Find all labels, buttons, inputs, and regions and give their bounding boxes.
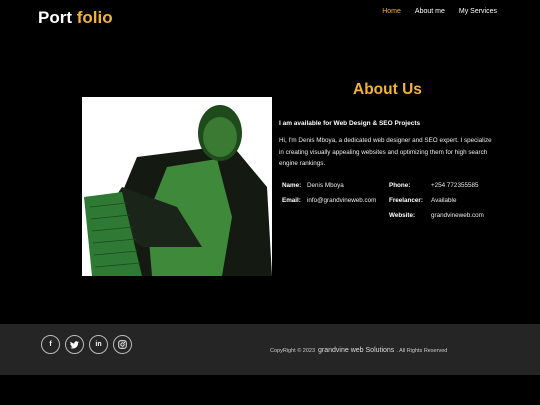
facebook-icon[interactable]: f	[41, 335, 60, 354]
social-links: f in	[41, 335, 132, 354]
detail-phone-label: Phone:	[389, 182, 411, 189]
detail-freelancer-label: Freelancer:	[389, 197, 423, 204]
detail-email-value[interactable]: info@grandvineweb.com	[307, 197, 376, 204]
about-tagline: I am available for Web Design & SEO Proj…	[279, 120, 421, 127]
twitter-icon[interactable]	[65, 335, 84, 354]
detail-name-value: Denis Mboya	[307, 182, 344, 189]
site-footer: f in CopyRight © 2023 grandvine web Solut…	[0, 324, 540, 375]
about-bio: Hi, I'm Denis Mboya, a dedicated web des…	[279, 137, 492, 167]
site-logo[interactable]: Port folio	[38, 8, 113, 28]
detail-phone-value: +254 772355585	[431, 182, 479, 189]
detail-website-label: Website:	[389, 212, 416, 219]
profile-photo	[82, 97, 272, 276]
detail-email-label: Email:	[282, 197, 301, 204]
detail-name-label: Name:	[282, 182, 302, 189]
main-nav: Home About me My Services	[382, 8, 497, 15]
nav-home[interactable]: Home	[382, 8, 401, 15]
copyright-rights: . All Rights Reserved	[396, 348, 448, 354]
nav-about-me[interactable]: About me	[415, 8, 445, 15]
copyright-prefix: CopyRight © 2023	[270, 348, 316, 354]
copyright-text: CopyRight © 2023 grandvine web Solutions.…	[270, 347, 447, 354]
detail-freelancer-value: Available	[431, 197, 457, 204]
logo-text-primary: Port	[38, 8, 72, 27]
instagram-icon[interactable]	[113, 335, 132, 354]
linkedin-icon[interactable]: in	[89, 335, 108, 354]
detail-website-value[interactable]: grandvineweb.com	[431, 212, 484, 219]
logo-text-accent: folio	[76, 8, 113, 27]
footer-brand: grandvine web Solutions	[318, 347, 395, 354]
about-section-title: About Us	[353, 81, 422, 98]
nav-my-services[interactable]: My Services	[459, 8, 497, 15]
